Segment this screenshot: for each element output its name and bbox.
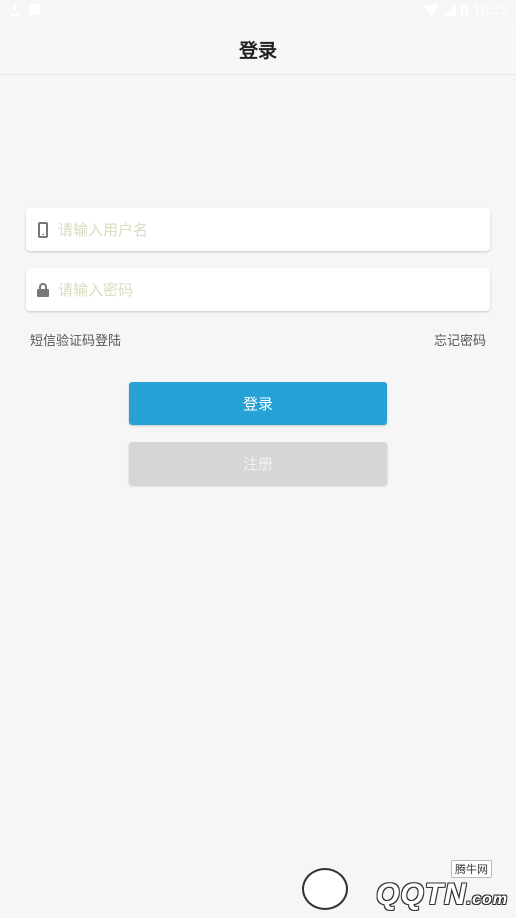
watermark-logo-text: QQTN xyxy=(375,878,467,911)
download-icon xyxy=(10,4,19,16)
watermark: 腾牛网 QQTN.com xyxy=(298,860,508,912)
wifi-icon xyxy=(423,4,440,16)
username-field[interactable] xyxy=(26,208,490,251)
login-button[interactable]: 登录 xyxy=(129,382,387,425)
sms-login-link[interactable]: 短信验证码登陆 xyxy=(30,330,121,349)
password-input[interactable] xyxy=(58,269,478,310)
battery-icon xyxy=(461,3,469,17)
password-field[interactable] xyxy=(26,268,490,311)
status-bar: 10:25 xyxy=(0,0,516,24)
status-right-icons: 10:25 xyxy=(423,3,508,17)
notification-icon xyxy=(29,4,40,15)
mascot-icon xyxy=(302,868,348,910)
phone-icon xyxy=(36,221,50,238)
signal-icon xyxy=(444,4,457,16)
forgot-password-link[interactable]: 忘记密码 xyxy=(434,330,486,349)
watermark-logo: QQTN.com xyxy=(376,878,508,912)
register-button[interactable]: 注册 xyxy=(129,442,387,485)
app-header: 登录 xyxy=(0,24,516,75)
watermark-tag: 腾牛网 xyxy=(451,860,492,878)
username-input[interactable] xyxy=(58,209,478,250)
lock-icon xyxy=(36,282,50,297)
status-left-icons xyxy=(10,4,40,16)
page-title: 登录 xyxy=(238,40,277,62)
watermark-logo-suffix: .com xyxy=(466,891,508,908)
status-time: 10:25 xyxy=(473,3,508,17)
